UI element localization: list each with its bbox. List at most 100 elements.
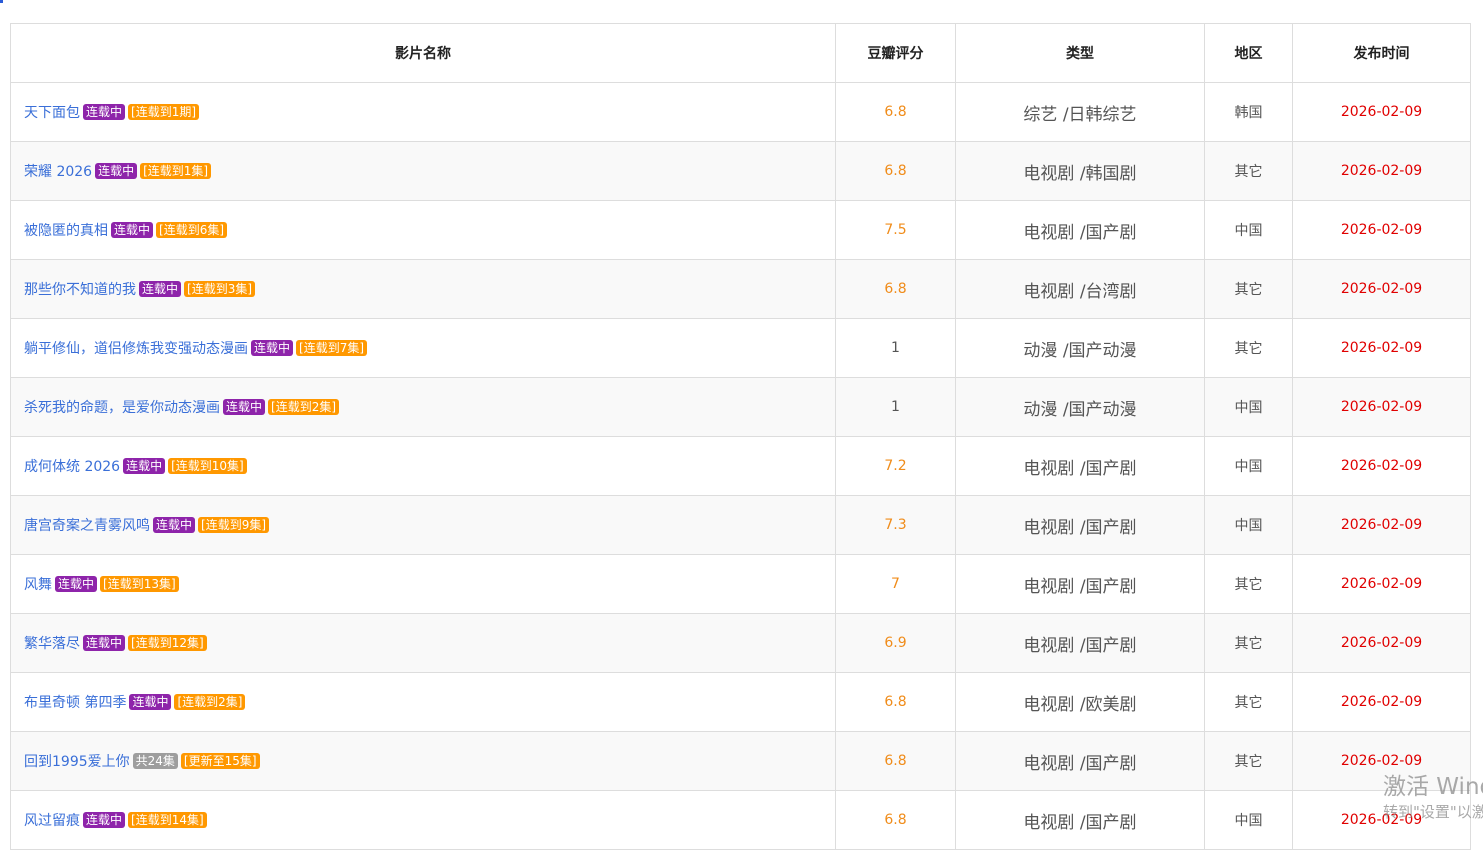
cell-douban-score: 7 [835,554,956,614]
cell-region: 中国 [1204,200,1293,260]
table-row: 被隐匿的真相 连载中 [连载到6集] 7.5 电视剧 /国产剧 中国 2026-02-09 [10,200,1471,260]
cell-region: 中国 [1204,377,1293,437]
cell-type: 电视剧 /台湾剧 [955,259,1205,319]
status-badge: 连载中 [139,281,182,297]
movie-title-link[interactable]: 躺平修仙，道侣修炼我变强动态漫画 [24,341,248,357]
movie-title-link[interactable]: 天下面包 [24,105,80,121]
cell-douban-score: 6.8 [835,82,956,142]
cell-title: 荣耀 2026 连载中 [连载到1集] [10,141,836,201]
header-type: 类型 [955,23,1205,83]
table-header-row: 影片名称 豆瓣评分 类型 地区 发布时间 [10,23,1471,83]
cell-type: 动漫 /国产动漫 [955,377,1205,437]
cell-release-date: 2026-02-09 [1292,377,1471,437]
episode-update-badge: [连载到2集] [174,694,246,710]
cell-type: 电视剧 /国产剧 [955,613,1205,673]
cell-region: 其它 [1204,672,1293,732]
episode-update-badge: [连载到13集] [100,576,179,592]
status-badge: 连载中 [129,694,172,710]
cell-douban-score: 7.5 [835,200,956,260]
cell-release-date: 2026-02-09 [1292,141,1471,201]
cell-region: 其它 [1204,613,1293,673]
movie-title-link[interactable]: 风过留痕 [24,813,80,829]
episode-update-badge: [连载到10集] [168,458,247,474]
cell-region: 中国 [1204,790,1293,850]
movie-title-link[interactable]: 风舞 [24,577,52,593]
episode-update-badge: [连载到1期] [128,104,200,120]
movie-title-link[interactable]: 那些你不知道的我 [24,282,136,298]
cell-type: 综艺 /日韩综艺 [955,82,1205,142]
cell-type: 电视剧 /欧美剧 [955,672,1205,732]
movie-title-link[interactable]: 回到1995爱上你 [24,754,130,770]
movie-list-table: 影片名称 豆瓣评分 类型 地区 发布时间 天下面包 连载中 [连载到1期] 6.8 综艺… [10,23,1471,850]
cell-type: 电视剧 /国产剧 [955,436,1205,496]
page: 影片名称 豆瓣评分 类型 地区 发布时间 天下面包 连载中 [连载到1期] 6.8 综艺… [0,0,1483,866]
status-badge: 连载中 [83,812,126,828]
page-edge-mark [0,0,3,3]
cell-title: 被隐匿的真相 连载中 [连载到6集] [10,200,836,260]
cell-title: 回到1995爱上你 共24集 [更新至15集] [10,731,836,791]
episode-update-badge: [连载到3集] [184,281,256,297]
status-badge: 连载中 [223,399,266,415]
table-row: 天下面包 连载中 [连载到1期] 6.8 综艺 /日韩综艺 韩国 2026-02-09 [10,82,1471,142]
cell-title: 杀死我的命题，是爱你动态漫画 连载中 [连载到2集] [10,377,836,437]
header-date: 发布时间 [1292,23,1471,83]
cell-douban-score: 6.8 [835,141,956,201]
episode-update-badge: [连载到2集] [268,399,340,415]
movie-title-link[interactable]: 繁华落尽 [24,636,80,652]
cell-region: 韩国 [1204,82,1293,142]
cell-type: 电视剧 /国产剧 [955,731,1205,791]
cell-title: 天下面包 连载中 [连载到1期] [10,82,836,142]
cell-douban-score: 6.8 [835,672,956,732]
table-row: 风过留痕 连载中 [连载到14集] 6.8 电视剧 /国产剧 中国 2026-02-09 [10,790,1471,850]
cell-douban-score: 1 [835,377,956,437]
cell-region: 中国 [1204,436,1293,496]
movie-title-link[interactable]: 杀死我的命题，是爱你动态漫画 [24,400,220,416]
cell-douban-score: 6.8 [835,731,956,791]
cell-type: 电视剧 /国产剧 [955,790,1205,850]
movie-title-link[interactable]: 唐宫奇案之青雾风鸣 [24,518,150,534]
status-badge: 连载中 [153,517,196,533]
header-name: 影片名称 [10,23,836,83]
cell-release-date: 2026-02-09 [1292,259,1471,319]
cell-type: 电视剧 /韩国剧 [955,141,1205,201]
episode-update-badge: [连载到1集] [140,163,212,179]
cell-region: 其它 [1204,259,1293,319]
cell-douban-score: 6.9 [835,613,956,673]
cell-douban-score: 7.2 [835,436,956,496]
cell-type: 电视剧 /国产剧 [955,554,1205,614]
cell-type: 动漫 /国产动漫 [955,318,1205,378]
cell-release-date: 2026-02-09 [1292,613,1471,673]
movie-title-link[interactable]: 被隐匿的真相 [24,223,108,239]
cell-release-date: 2026-02-09 [1292,790,1471,850]
episode-update-badge: [连载到12集] [128,635,207,651]
cell-title: 繁华落尽 连载中 [连载到12集] [10,613,836,673]
table-row: 繁华落尽 连载中 [连载到12集] 6.9 电视剧 /国产剧 其它 2026-02-09 [10,613,1471,673]
cell-release-date: 2026-02-09 [1292,672,1471,732]
movie-title-link[interactable]: 荣耀 2026 [24,164,92,180]
header-region: 地区 [1204,23,1293,83]
cell-region: 中国 [1204,495,1293,555]
episode-update-badge: [连载到7集] [296,340,368,356]
cell-region: 其它 [1204,731,1293,791]
cell-douban-score: 1 [835,318,956,378]
cell-release-date: 2026-02-09 [1292,554,1471,614]
cell-release-date: 2026-02-09 [1292,318,1471,378]
table-row: 回到1995爱上你 共24集 [更新至15集] 6.8 电视剧 /国产剧 其它 2026-0… [10,731,1471,791]
status-badge: 连载中 [251,340,294,356]
status-badge: 连载中 [83,635,126,651]
cell-title: 成何体统 2026 连载中 [连载到10集] [10,436,836,496]
table-body: 天下面包 连载中 [连载到1期] 6.8 综艺 /日韩综艺 韩国 2026-02-09 荣耀 … [10,82,1471,850]
cell-douban-score: 7.3 [835,495,956,555]
table-row: 成何体统 2026 连载中 [连载到10集] 7.2 电视剧 /国产剧 中国 2026-02… [10,436,1471,496]
status-badge: 连载中 [83,104,126,120]
movie-title-link[interactable]: 布里奇顿 第四季 [24,695,126,711]
table-row: 布里奇顿 第四季 连载中 [连载到2集] 6.8 电视剧 /欧美剧 其它 2026-02-0… [10,672,1471,732]
movie-title-link[interactable]: 成何体统 2026 [24,459,120,475]
cell-douban-score: 6.8 [835,790,956,850]
table-row: 那些你不知道的我 连载中 [连载到3集] 6.8 电视剧 /台湾剧 其它 2026-02-0… [10,259,1471,319]
episode-update-badge: [更新至15集] [180,753,260,769]
cell-douban-score: 6.8 [835,259,956,319]
cell-release-date: 2026-02-09 [1292,82,1471,142]
table-row: 荣耀 2026 连载中 [连载到1集] 6.8 电视剧 /韩国剧 其它 2026-02-09 [10,141,1471,201]
cell-release-date: 2026-02-09 [1292,731,1471,791]
